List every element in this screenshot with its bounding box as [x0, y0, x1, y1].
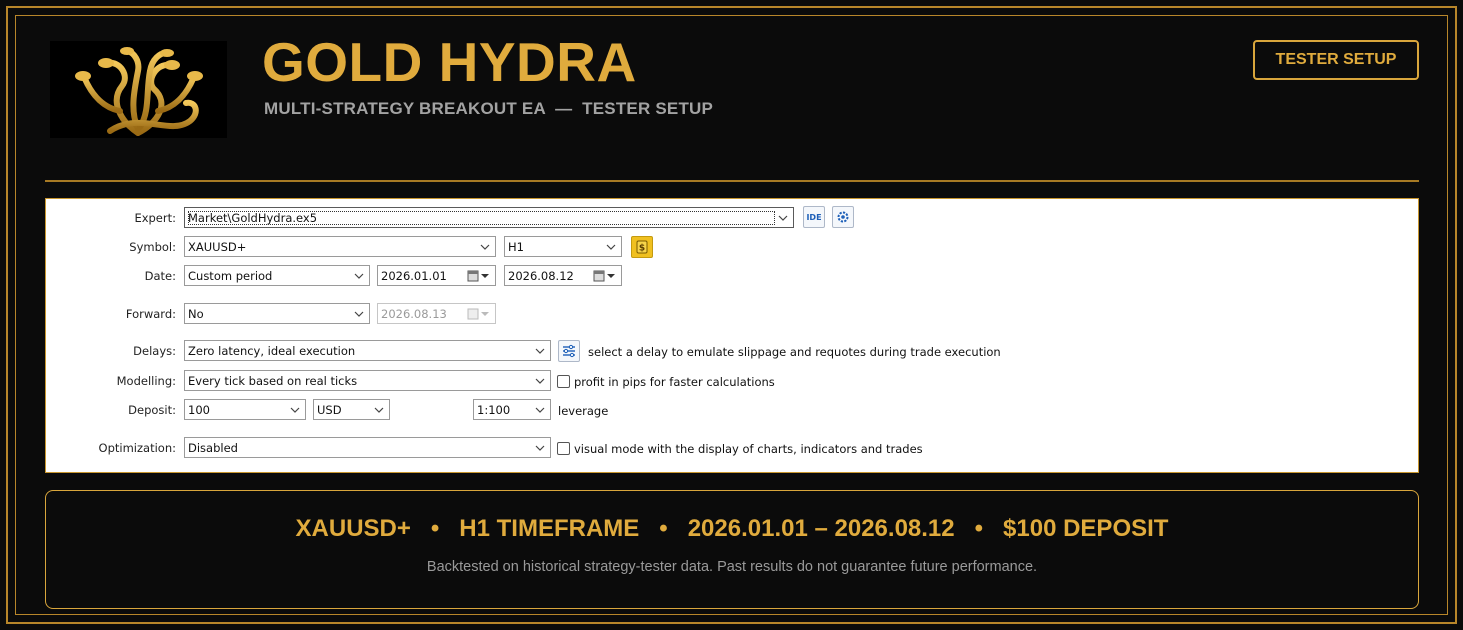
optimization-label: Optimization: [98, 441, 176, 455]
delays-label: Delays: [133, 344, 176, 358]
chevron-down-icon [354, 273, 364, 279]
visual-mode-label: visual mode with the display of charts, … [574, 442, 923, 456]
page-title: GOLD HYDRA [262, 31, 637, 93]
summary-line: XAUUSD+ • H1 TIMEFRAME • 2026.01.01 – 2026.0… [46, 515, 1418, 543]
summary-timeframe: H1 TIMEFRAME [459, 515, 640, 542]
expert-settings-button[interactable] [832, 206, 854, 228]
chevron-down-icon [374, 407, 384, 413]
optimization-value: Disabled [188, 440, 238, 455]
expert-select[interactable]: Market\GoldHydra.ex5 [184, 207, 794, 228]
modelling-value: Every tick based on real ticks [188, 373, 358, 388]
svg-text:$: $ [639, 244, 645, 254]
symbol-value: XAUUSD+ [188, 239, 247, 254]
chevron-down-icon [354, 311, 364, 317]
calendar-icon[interactable] [593, 269, 617, 283]
chevron-down-icon [480, 244, 490, 250]
leverage-label: leverage [558, 404, 609, 418]
visual-mode-checkbox[interactable] [557, 442, 570, 455]
separator-dot: • [974, 515, 984, 542]
chevron-down-icon [606, 244, 616, 250]
chevron-down-icon [535, 348, 545, 354]
hydra-logo [50, 41, 227, 138]
symbol-spec-button[interactable]: $ [631, 236, 653, 258]
forward-label: Forward: [125, 307, 176, 321]
deposit-label: Deposit: [128, 403, 176, 417]
optimization-select[interactable]: Disabled [184, 437, 551, 458]
expert-label: Expert: [134, 211, 176, 225]
summary-box: XAUUSD+ • H1 TIMEFRAME • 2026.01.01 – 2026.0… [45, 490, 1419, 609]
forward-select[interactable]: No [184, 303, 370, 324]
symbol-label: Symbol: [129, 240, 176, 254]
disclaimer-text: Backtested on historical strategy-tester… [426, 559, 1038, 575]
chevron-down-icon [535, 378, 545, 384]
profit-in-pips-checkbox[interactable] [557, 375, 570, 388]
ide-button[interactable]: IDE [803, 206, 825, 228]
date-label: Date: [144, 269, 176, 283]
chevron-down-icon [778, 215, 788, 221]
delays-select[interactable]: Zero latency, ideal execution [184, 340, 551, 361]
ide-label: IDE [806, 212, 822, 222]
sliders-icon [563, 344, 575, 358]
currency-select[interactable]: USD [313, 399, 390, 420]
chevron-down-icon [290, 407, 300, 413]
symbol-select[interactable]: XAUUSD+ [184, 236, 496, 257]
calendar-icon [467, 307, 491, 321]
deposit-select[interactable]: 100 [184, 399, 306, 420]
deposit-value: 100 [188, 402, 210, 417]
gear-icon [837, 211, 849, 223]
calendar-icon[interactable] [467, 269, 491, 283]
modelling-label: Modelling: [116, 374, 176, 388]
date-period-select[interactable]: Custom period [184, 265, 370, 286]
modelling-select[interactable]: Every tick based on real ticks [184, 370, 551, 391]
summary-symbol: XAUUSD+ [295, 515, 411, 542]
leverage-select[interactable]: 1:100 [473, 399, 551, 420]
date-period-value: Custom period [188, 268, 273, 283]
chevron-down-icon [535, 445, 545, 451]
chevron-down-icon [535, 407, 545, 413]
forward-date-picker: 2026.08.13 [377, 303, 496, 324]
delay-settings-button[interactable] [558, 340, 580, 362]
date-from-picker[interactable]: 2026.01.01 [377, 265, 496, 286]
tester-settings-panel: Expert: Market\GoldHydra.ex5 IDE Symbol:… [45, 198, 1419, 473]
summary-deposit: $100 DEPOSIT [1003, 515, 1169, 542]
separator-dot: • [430, 515, 440, 542]
summary-period: 2026.01.01 – 2026.08.12 [687, 515, 955, 542]
dollar-icon: $ [636, 240, 648, 254]
separator-dot: • [659, 515, 668, 542]
forward-value: No [188, 306, 204, 321]
tester-setup-button[interactable]: TESTER SETUP [1253, 40, 1419, 80]
expert-value: Market\GoldHydra.ex5 [188, 210, 775, 225]
page-subtitle: MULTI-STRATEGY BREAKOUT EA — TESTER SETU… [264, 99, 714, 118]
header-divider [45, 180, 1419, 182]
profit-in-pips-label: profit in pips for faster calculations [574, 375, 775, 389]
date-to-picker[interactable]: 2026.08.12 [504, 265, 622, 286]
delays-note: select a delay to emulate slippage and r… [588, 345, 1001, 359]
timeframe-select[interactable]: H1 [504, 236, 622, 257]
delays-value: Zero latency, ideal execution [188, 343, 356, 358]
